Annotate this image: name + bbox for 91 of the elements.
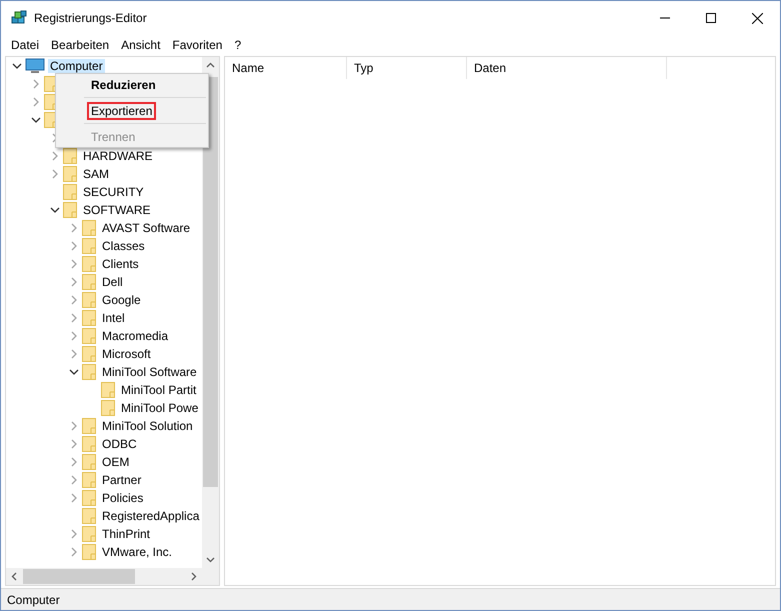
- tree-item[interactable]: Intel: [100, 311, 127, 325]
- minimize-icon: [660, 17, 670, 19]
- maximize-icon: [706, 13, 716, 23]
- folder-icon: [82, 346, 96, 362]
- expand-chevron-icon[interactable]: [69, 547, 79, 557]
- computer-icon: [25, 58, 45, 74]
- tree-item[interactable]: Dell: [100, 275, 125, 289]
- folder-icon: [82, 310, 96, 326]
- horizontal-scrollbar[interactable]: [6, 568, 202, 585]
- menu-item[interactable]: Bearbeiten: [45, 38, 116, 52]
- folder-icon: [63, 166, 77, 182]
- folder-icon: [82, 274, 96, 290]
- scroll-thumb[interactable]: [23, 569, 135, 584]
- folder-icon: [82, 238, 96, 254]
- folder-icon: [82, 526, 96, 542]
- expand-chevron-icon[interactable]: [69, 493, 79, 503]
- window-title: Registrierungs-Editor: [34, 11, 148, 25]
- collapse-chevron-icon[interactable]: [69, 367, 79, 377]
- tree-item[interactable]: OEM: [100, 455, 132, 469]
- column-header[interactable]: Name: [225, 57, 347, 79]
- collapse-chevron-icon[interactable]: [31, 115, 41, 125]
- expand-chevron-icon[interactable]: [69, 529, 79, 539]
- tree-item[interactable]: MiniTool Solution: [100, 419, 195, 433]
- expand-chevron-icon[interactable]: [69, 223, 79, 233]
- expand-chevron-icon[interactable]: [69, 295, 79, 305]
- folder-icon: [82, 490, 96, 506]
- folder-icon: [82, 454, 96, 470]
- expand-chevron-icon[interactable]: [69, 259, 79, 269]
- expand-chevron-icon[interactable]: [69, 439, 79, 449]
- folder-icon: [101, 400, 115, 416]
- folder-icon: [82, 508, 96, 524]
- expand-chevron-icon[interactable]: [31, 97, 41, 107]
- tree-item[interactable]: SOFTWARE: [81, 203, 153, 217]
- expand-chevron-icon[interactable]: [50, 151, 60, 161]
- expand-chevron-icon[interactable]: [69, 277, 79, 287]
- tree-item[interactable]: ThinPrint: [100, 527, 152, 541]
- folder-icon: [82, 256, 96, 272]
- menu-item[interactable]: ?: [228, 38, 248, 52]
- cubes-icon: [11, 10, 28, 26]
- tree-item[interactable]: Classes: [100, 239, 147, 253]
- scroll-thumb[interactable]: [203, 77, 218, 487]
- tree-item[interactable]: ODBC: [100, 437, 139, 451]
- folder-icon: [82, 328, 96, 344]
- menu-item[interactable]: Datei: [5, 38, 46, 52]
- tree-item[interactable]: AVAST Software: [100, 221, 192, 235]
- folder-icon: [82, 544, 96, 560]
- tree-item[interactable]: Computer: [48, 59, 105, 73]
- tree-item[interactable]: MiniTool Software: [100, 365, 199, 379]
- tree-item[interactable]: SAM: [81, 167, 112, 181]
- folder-icon: [82, 292, 96, 308]
- folder-icon: [63, 202, 77, 218]
- tree-item[interactable]: Policies: [100, 491, 146, 505]
- collapse-chevron-icon[interactable]: [12, 61, 22, 71]
- folder-icon: [101, 382, 115, 398]
- menu-item[interactable]: Exportieren: [87, 102, 156, 120]
- status-bar: Computer: [1, 588, 780, 610]
- tree-item[interactable]: MiniTool Partit: [119, 383, 198, 397]
- folder-icon: [63, 148, 77, 164]
- menu-item[interactable]: Ansicht: [115, 38, 166, 52]
- tree-item[interactable]: Clients: [100, 257, 141, 271]
- menu-item[interactable]: Favoriten: [166, 38, 228, 52]
- tree-item[interactable]: VMware, Inc.: [100, 545, 174, 559]
- folder-icon: [82, 220, 96, 236]
- expand-chevron-icon[interactable]: [69, 475, 79, 485]
- tree-item[interactable]: Google: [100, 293, 143, 307]
- folder-icon: [82, 418, 96, 434]
- folder-icon: [82, 436, 96, 452]
- collapse-chevron-icon[interactable]: [50, 205, 60, 215]
- column-header[interactable]: Daten: [467, 57, 667, 79]
- column-header[interactable]: Typ: [347, 57, 467, 79]
- menu-item[interactable]: Reduzieren: [87, 76, 160, 94]
- expand-chevron-icon[interactable]: [69, 349, 79, 359]
- vertical-scrollbar[interactable]: [202, 57, 219, 568]
- tree-item[interactable]: Macromedia: [100, 329, 170, 343]
- expand-chevron-icon[interactable]: [69, 241, 79, 251]
- tree-item[interactable]: HARDWARE: [81, 149, 155, 163]
- expand-chevron-icon[interactable]: [69, 457, 79, 467]
- folder-icon: [82, 472, 96, 488]
- tree-item[interactable]: RegisteredApplica: [100, 509, 202, 523]
- tree-item[interactable]: Partner: [100, 473, 144, 487]
- expand-chevron-icon[interactable]: [69, 421, 79, 431]
- folder-icon: [82, 364, 96, 380]
- expand-chevron-icon[interactable]: [31, 79, 41, 89]
- expand-chevron-icon[interactable]: [50, 169, 60, 179]
- tree-item[interactable]: Microsoft: [100, 347, 153, 361]
- expand-chevron-icon[interactable]: [69, 313, 79, 323]
- folder-icon: [63, 184, 77, 200]
- tree-item[interactable]: SECURITY: [81, 185, 146, 199]
- close-icon: [752, 12, 762, 24]
- tree-item[interactable]: MiniTool Powe: [119, 401, 200, 415]
- expand-chevron-icon[interactable]: [69, 331, 79, 341]
